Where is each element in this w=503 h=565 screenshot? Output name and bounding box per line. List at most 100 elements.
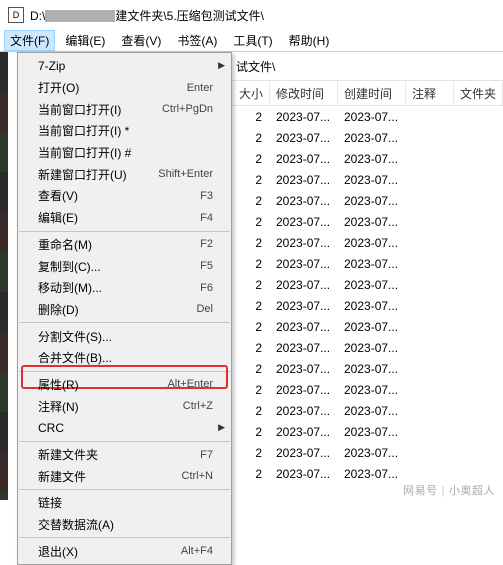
watermark: 网易号|小奥超人: [403, 482, 495, 498]
table-row[interactable]: 22023-07...2023-07...: [232, 253, 503, 274]
cell-ctime: 2023-07...: [338, 110, 406, 124]
menu-item-24[interactable]: 链接: [18, 492, 231, 514]
table-row[interactable]: 22023-07...2023-07...: [232, 211, 503, 232]
table-row[interactable]: 22023-07...2023-07...: [232, 127, 503, 148]
menu-item-7[interactable]: 编辑(E)F4: [18, 207, 231, 229]
table-row[interactable]: 22023-07...2023-07...: [232, 190, 503, 211]
cell-size: 2: [232, 173, 270, 187]
cell-ctime: 2023-07...: [338, 404, 406, 418]
cell-ctime: 2023-07...: [338, 278, 406, 292]
table-row[interactable]: 22023-07...2023-07...: [232, 358, 503, 379]
cell-size: 2: [232, 152, 270, 166]
cell-ctime: 2023-07...: [338, 194, 406, 208]
table-row[interactable]: 22023-07...2023-07...: [232, 379, 503, 400]
menu-item-0[interactable]: 7-Zip▶: [18, 55, 231, 77]
menu-item-2[interactable]: 当前窗口打开(I) Ctrl+PgDn: [18, 98, 231, 120]
cell-mtime: 2023-07...: [270, 131, 338, 145]
cell-size: 2: [232, 236, 270, 250]
table-row[interactable]: 22023-07...2023-07...: [232, 442, 503, 463]
menu-0[interactable]: 文件(F): [4, 30, 55, 51]
menu-item-21[interactable]: 新建文件夹F7: [18, 444, 231, 466]
menu-item-25[interactable]: 交替数据流(A): [18, 514, 231, 536]
menu-separator: [19, 322, 230, 323]
table-row[interactable]: 22023-07...2023-07...: [232, 295, 503, 316]
cell-size: 2: [232, 446, 270, 460]
cell-size: 2: [232, 299, 270, 313]
menu-item-9[interactable]: 重命名(M)F2: [18, 234, 231, 256]
menu-item-12[interactable]: 删除(D)Del: [18, 299, 231, 321]
col-note[interactable]: 注释: [406, 81, 454, 105]
path-suffix: 建文件夹\5.压缩包测试文件\: [115, 9, 264, 23]
col-ctime[interactable]: 创建时间: [338, 81, 406, 105]
cell-mtime: 2023-07...: [270, 341, 338, 355]
menu-item-label: 交替数据流(A): [38, 516, 114, 533]
table-row[interactable]: 22023-07...2023-07...: [232, 400, 503, 421]
menu-item-shortcut: Shift+Enter: [158, 168, 213, 180]
col-size[interactable]: 大小: [232, 81, 270, 105]
menu-item-shortcut: Ctrl+Z: [183, 400, 213, 412]
file-rows: 22023-07...2023-07...22023-07...2023-07.…: [232, 106, 503, 484]
menu-separator: [19, 489, 230, 490]
menu-item-14[interactable]: 分割文件(S)...: [18, 325, 231, 347]
menu-item-label: 当前窗口打开(I): [38, 101, 121, 118]
cell-ctime: 2023-07...: [338, 236, 406, 250]
menu-item-17[interactable]: 属性(R)Alt+Enter: [18, 374, 231, 396]
menu-item-label: 编辑(E): [38, 209, 78, 226]
menu-item-18[interactable]: 注释(N)Ctrl+Z: [18, 395, 231, 417]
menu-item-5[interactable]: 新建窗口打开(U)Shift+Enter: [18, 163, 231, 185]
cell-ctime: 2023-07...: [338, 341, 406, 355]
cell-mtime: 2023-07...: [270, 446, 338, 460]
table-row[interactable]: 22023-07...2023-07...: [232, 463, 503, 484]
menu-item-shortcut: Ctrl+PgDn: [162, 103, 213, 115]
menu-item-22[interactable]: 新建文件Ctrl+N: [18, 465, 231, 487]
cell-size: 2: [232, 278, 270, 292]
menu-3[interactable]: 书签(A): [171, 30, 223, 51]
menu-1[interactable]: 编辑(E): [59, 30, 111, 51]
watermark-left: 网易号: [403, 485, 438, 497]
cell-ctime: 2023-07...: [338, 131, 406, 145]
cell-size: 2: [232, 404, 270, 418]
cell-size: 2: [232, 257, 270, 271]
menu-4[interactable]: 工具(T): [227, 30, 278, 51]
file-menu-dropdown: 7-Zip▶打开(O)Enter当前窗口打开(I)Ctrl+PgDn当前窗口打开…: [17, 52, 232, 565]
menu-item-label: 新建文件夹: [38, 446, 98, 463]
table-row[interactable]: 22023-07...2023-07...: [232, 106, 503, 127]
menu-item-shortcut: Ctrl+N: [182, 470, 213, 482]
menu-5[interactable]: 帮助(H): [283, 30, 336, 51]
menu-item-6[interactable]: 查看(V)F3: [18, 185, 231, 207]
menu-item-15[interactable]: 合并文件(B)...: [18, 347, 231, 369]
col-mtime[interactable]: 修改时间: [270, 81, 338, 105]
table-row[interactable]: 22023-07...2023-07...: [232, 316, 503, 337]
cell-mtime: 2023-07...: [270, 194, 338, 208]
menu-item-10[interactable]: 复制到(C)...F5: [18, 255, 231, 277]
menu-item-27[interactable]: 退出(X)Alt+F4: [18, 540, 231, 562]
cell-mtime: 2023-07...: [270, 257, 338, 271]
cell-mtime: 2023-07...: [270, 173, 338, 187]
table-row[interactable]: 22023-07...2023-07...: [232, 421, 503, 442]
menu-item-shortcut: Alt+F4: [181, 545, 213, 557]
menu-item-label: 复制到(C)...: [38, 258, 101, 275]
menu-item-label: 查看(V): [38, 187, 78, 204]
menu-bar: 文件(F)编辑(E)查看(V)书签(A)工具(T)帮助(H): [0, 30, 503, 52]
menu-item-11[interactable]: 移动到(M)...F6: [18, 277, 231, 299]
col-folder[interactable]: 文件夹: [454, 81, 503, 105]
table-row[interactable]: 22023-07...2023-07...: [232, 274, 503, 295]
submenu-arrow-icon: ▶: [218, 60, 225, 71]
cell-size: 2: [232, 110, 270, 124]
redacted-segment: [45, 10, 115, 22]
table-row[interactable]: 22023-07...2023-07...: [232, 169, 503, 190]
menu-item-1[interactable]: 打开(O)Enter: [18, 77, 231, 99]
cell-mtime: 2023-07...: [270, 362, 338, 376]
column-headers: 大小 修改时间 创建时间 注释 文件夹: [232, 80, 503, 106]
table-row[interactable]: 22023-07...2023-07...: [232, 148, 503, 169]
address-path-tail: 试文件\: [232, 52, 503, 80]
table-row[interactable]: 22023-07...2023-07...: [232, 232, 503, 253]
cell-mtime: 2023-07...: [270, 236, 338, 250]
menu-item-4[interactable]: 当前窗口打开(I) #: [18, 142, 231, 164]
cell-size: 2: [232, 467, 270, 481]
menu-item-19[interactable]: CRC▶: [18, 417, 231, 439]
menu-2[interactable]: 查看(V): [115, 30, 167, 51]
menu-item-3[interactable]: 当前窗口打开(I) *: [18, 120, 231, 142]
table-row[interactable]: 22023-07...2023-07...: [232, 337, 503, 358]
cell-size: 2: [232, 383, 270, 397]
